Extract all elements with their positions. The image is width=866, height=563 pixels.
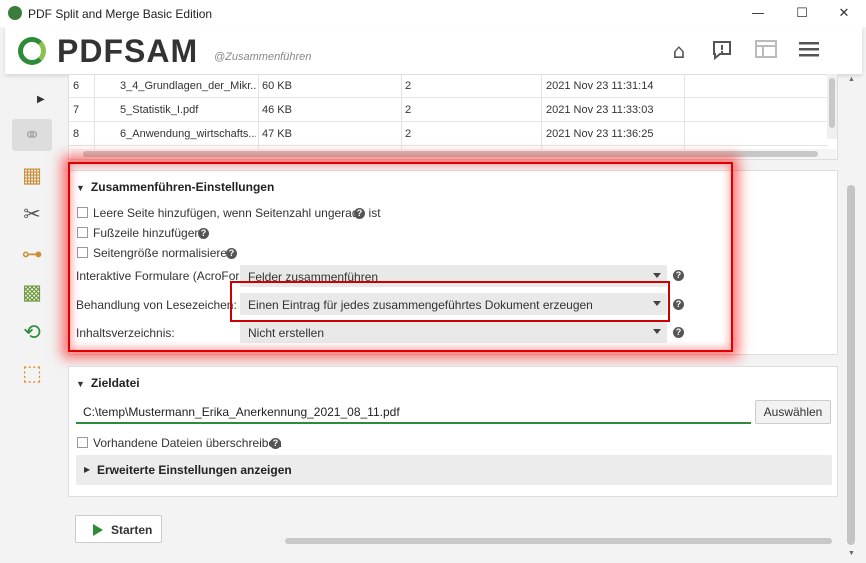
row-filename: 3_4_Grundlagen_der_Mikr... (120, 80, 256, 92)
row-pages: 2 (405, 104, 412, 116)
row-size: 46 KB (262, 104, 292, 116)
highlight-bookmarks-frame (230, 281, 670, 322)
play-icon (93, 524, 103, 536)
row-index: 6 (73, 80, 80, 92)
extract-icon[interactable]: ⬚ (12, 357, 52, 389)
scroll-up-icon[interactable]: ▲ (848, 76, 855, 83)
progress-bar (285, 538, 832, 544)
menu-icon[interactable] (797, 39, 821, 63)
start-button[interactable]: Starten (75, 515, 162, 543)
row-filename: 6_Anwendung_wirtschafts... (120, 128, 256, 140)
row-pages: 2 (405, 80, 412, 92)
merge-icon[interactable]: ⚭ (12, 119, 52, 151)
advanced-settings-toggle[interactable]: ▶ Erweiterte Einstellungen anzeigen (76, 455, 832, 485)
table-row[interactable]: 6 3_4_Grundlagen_der_Mikr... 60 KB 2 202… (69, 75, 829, 98)
destination-title[interactable]: ▼ Zieldatei (76, 376, 140, 390)
sidebar: ▶ ⚭ ▦ ✂ ⊶ ▩ ⟲ ⬚ (0, 74, 60, 563)
table-vertical-scrollbar[interactable] (827, 74, 837, 139)
file-table: 6 3_4_Grundlagen_der_Mikr... 60 KB 2 202… (68, 74, 838, 160)
row-modified: 2021 Nov 23 11:31:14 (546, 80, 654, 92)
sidebar-expand-icon[interactable]: ▶ (37, 94, 45, 105)
row-index: 8 (73, 128, 80, 140)
brand-name: PDFSAM (57, 33, 199, 69)
home-icon[interactable]: ⌂ (667, 39, 691, 63)
window-title: PDF Split and Merge Basic Edition (28, 7, 213, 21)
feedback-icon[interactable] (710, 39, 734, 63)
advanced-settings-label: Erweiterte Einstellungen anzeigen (97, 463, 292, 477)
scissors-icon[interactable]: ✂ (12, 198, 52, 230)
highlight-settings-frame (68, 162, 733, 352)
help-icon[interactable]: ? (270, 438, 281, 449)
alternate-mix-icon[interactable]: ▩ (12, 276, 52, 308)
window-titlebar: PDF Split and Merge Basic Edition — ☐ ✕ (0, 0, 866, 27)
table-row[interactable]: 8 6_Anwendung_wirtschafts... 47 KB 2 202… (69, 123, 829, 146)
overwrite-label: Vorhandene Dateien überschreiben (93, 436, 282, 450)
table-horizontal-scrollbar[interactable] (71, 149, 836, 159)
table-row[interactable]: 7 5_Statistik_I.pdf 46 KB 2 2021 Nov 23 … (69, 99, 829, 122)
row-modified: 2021 Nov 23 11:33:03 (546, 104, 654, 116)
row-size: 47 KB (262, 128, 292, 140)
page-vertical-scrollbar[interactable] (847, 185, 855, 545)
row-pages: 2 (405, 128, 412, 140)
rotate-icon[interactable]: ⟲ (12, 316, 52, 348)
row-filename: 5_Statistik_I.pdf (120, 104, 199, 116)
dashboard-icon[interactable] (754, 39, 778, 63)
split-icon[interactable]: ▦ (12, 159, 52, 191)
browse-button[interactable]: Auswählen (755, 400, 831, 424)
chevron-right-icon: ▶ (84, 465, 91, 474)
scroll-down-icon[interactable]: ▼ (848, 550, 855, 557)
row-index: 7 (73, 104, 80, 116)
pdfsam-app-icon (8, 6, 22, 20)
row-size: 60 KB (262, 80, 292, 92)
destination-path-input[interactable] (76, 402, 751, 424)
start-label: Starten (111, 523, 153, 537)
split-by-bookmarks-icon[interactable]: ⊶ (12, 238, 52, 270)
row-modified: 2021 Nov 23 11:36:25 (546, 128, 654, 140)
close-button[interactable]: ✕ (822, 0, 866, 27)
overwrite-checkbox[interactable] (77, 437, 88, 448)
maximize-button[interactable]: ☐ (780, 0, 824, 27)
pdfsam-logo (18, 37, 46, 65)
module-name: @Zusammenführen (214, 51, 312, 63)
app-header: PDFSAM @Zusammenführen ⌂ (5, 27, 862, 74)
minimize-button[interactable]: — (736, 0, 780, 27)
